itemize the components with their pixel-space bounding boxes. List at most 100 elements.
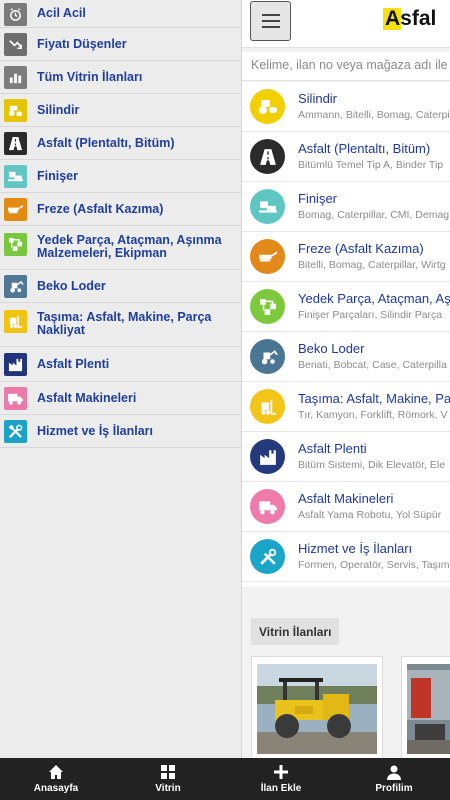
drawer-item-label: Taşıma: Asfalt, Makine, Parça Nakliyat <box>37 310 212 337</box>
parts-icon <box>250 289 285 324</box>
drawer-item-label: Beko Loder <box>37 279 106 293</box>
drawer-item-label: Fiyatı Düşenler <box>37 37 127 51</box>
forklift-icon <box>4 310 27 333</box>
nav-ilan-ekle[interactable]: İlan Ekle <box>225 758 337 800</box>
road-roller-icon <box>250 89 285 124</box>
menu-button[interactable] <box>250 1 291 41</box>
drawer-item-tasima[interactable]: Taşıma: Asfalt, Makine, Parça Nakliyat <box>0 303 242 347</box>
category-subtitle: Ammann, Bitelli, Bomag, Caterpi <box>298 109 450 121</box>
category-title: Freze (Asfalt Kazıma) <box>298 241 424 256</box>
drawer-item-label: Asfalt Makineleri <box>37 391 137 405</box>
nav-label: Profilim <box>375 783 413 794</box>
category-title: Silindir <box>298 91 338 106</box>
category-title: Taşıma: Asfalt, Makine, Pa <box>298 391 450 406</box>
drawer-item-label: Tüm Vitrin İlanları <box>37 70 143 84</box>
drawer-item-label: Asfalt Plenti <box>37 357 110 371</box>
search-placeholder: Kelime, ilan no veya mağaza adı ile <box>251 58 448 72</box>
truck-icon <box>250 489 285 524</box>
vitrin-tab[interactable]: Vitrin İlanları <box>251 618 340 645</box>
category-freze[interactable]: Freze (Asfalt Kazıma) Bitelli, Bomag, Ca… <box>242 232 450 282</box>
nav-label: İlan Ekle <box>260 783 302 794</box>
category-subtitle: Formen, Operatör, Servis, Taşım <box>298 559 450 571</box>
category-title: Yedek Parça, Ataçman, Aş <box>298 291 450 306</box>
drawer-item-asfalt-makineleri[interactable]: Asfalt Makineleri <box>0 382 242 415</box>
category-subtitle: Bitelli, Bomag, Caterpillar, Wirtg <box>298 259 446 271</box>
category-subtitle: Tır, Kamyon, Forklift, Römork, V <box>298 409 448 421</box>
category-title: Asfalt Plenti <box>298 441 367 456</box>
drawer-item-beko-loder[interactable]: Beko Loder <box>0 270 242 303</box>
nav-label: Vitrin <box>155 783 181 794</box>
category-title: Hizmet ve İş İlanları <box>298 541 413 556</box>
category-list: Silindir Ammann, Bitelli, Bomag, Caterpi… <box>242 82 450 587</box>
nav-profilim[interactable]: Profilim <box>338 758 450 800</box>
listing-photo <box>257 664 377 754</box>
category-subtitle: Asfalt Yama Robotu, Yol Süpür <box>298 509 442 521</box>
category-silindir[interactable]: Silindir Ammann, Bitelli, Bomag, Caterpi <box>242 82 450 132</box>
vitrin-card[interactable] <box>251 656 383 758</box>
category-beko-loder[interactable]: Beko Loder Benati, Bobcat, Case, Caterpi… <box>242 332 450 382</box>
listing-photo <box>407 664 450 754</box>
drawer-item-label: Hizmet ve İş İlanları <box>37 424 154 438</box>
category-title: Beko Loder <box>298 341 365 356</box>
category-asfalt[interactable]: Asfalt (Plentaltı, Bitüm) Bitümlü Temel … <box>242 132 450 182</box>
user-icon <box>387 765 401 780</box>
category-subtitle: Finişer Parçaları, Silindir Parça <box>298 309 443 321</box>
truck-icon <box>4 387 27 410</box>
drawer-item-label: Freze (Asfalt Kazıma) <box>37 202 164 216</box>
drawer-item-yedek-parca[interactable]: Yedek Parça, Ataçman, Aşınma Malzemeleri… <box>0 226 242 270</box>
category-title: Asfalt Makineleri <box>298 491 394 506</box>
logo-text: Asfal <box>385 7 437 30</box>
drawer-item-acil-acil[interactable]: Acil Acil <box>0 0 242 28</box>
grid-icon <box>161 765 175 779</box>
road-icon <box>4 132 27 155</box>
drawer-item-asfalt[interactable]: Asfalt (Plentaltı, Bitüm) <box>0 127 242 160</box>
drawer-item-label: Finişer <box>37 169 78 183</box>
drawer-item-freze[interactable]: Freze (Asfalt Kazıma) <box>0 193 242 226</box>
category-tasima[interactable]: Taşıma: Asfalt, Makine, Pa Tır, Kamyon, … <box>242 382 450 432</box>
backhoe-loader-icon <box>4 275 27 298</box>
paver-icon <box>250 189 285 224</box>
category-hizmet[interactable]: Hizmet ve İş İlanları Formen, Operatör, … <box>242 532 450 582</box>
category-title: Finişer <box>298 191 338 206</box>
drawer-item-label: Silindir <box>37 103 80 117</box>
factory-icon <box>4 353 27 376</box>
main-content: Asfal Kelime, ilan no veya mağaza adı il… <box>242 0 450 758</box>
logo[interactable]: Asfal <box>383 4 437 32</box>
tools-icon <box>250 539 285 574</box>
drawer-item-hizmet[interactable]: Hizmet ve İş İlanları <box>0 415 242 448</box>
parts-icon <box>4 233 27 256</box>
top-bar: Asfal <box>242 0 450 48</box>
nav-vitrin[interactable]: Vitrin <box>112 758 224 800</box>
road-icon <box>250 139 285 174</box>
drawer-item-fiyati-dusenler[interactable]: Fiyatı Düşenler <box>0 28 242 61</box>
milling-machine-icon <box>250 239 285 274</box>
side-drawer: Acil Acil Fiyatı Düşenler Tüm Vitrin İla… <box>0 0 242 758</box>
category-finiser[interactable]: Finişer Bomag, Caterpillar, CMI, Demag <box>242 182 450 232</box>
bottom-navigation: Anasayfa Vitrin İlan Ekle Profilim <box>0 758 450 800</box>
alarm-clock-icon <box>4 3 27 26</box>
road-roller-icon <box>4 99 27 122</box>
category-subtitle: Bomag, Caterpillar, CMI, Demag <box>298 209 450 221</box>
trend-down-icon <box>4 33 27 56</box>
category-asfalt-plenti[interactable]: Asfalt Plenti Bitüm Sistemi, Dik Elevatö… <box>242 432 450 482</box>
home-icon <box>49 765 63 779</box>
forklift-icon <box>250 389 285 424</box>
drawer-item-label: Acil Acil <box>37 6 86 20</box>
drawer-item-label: Asfalt (Plentaltı, Bitüm) <box>37 136 175 150</box>
search-input[interactable]: Kelime, ilan no veya mağaza adı ile <box>242 52 450 81</box>
nav-label: Anasayfa <box>33 783 79 794</box>
drawer-item-tum-vitrin[interactable]: Tüm Vitrin İlanları <box>0 61 242 94</box>
drawer-item-asfalt-plenti[interactable]: Asfalt Plenti <box>0 347 242 382</box>
backhoe-loader-icon <box>250 339 285 374</box>
paver-icon <box>4 165 27 188</box>
category-subtitle: Bitümlü Temel Tip A, Binder Tip <box>298 159 444 171</box>
nav-anasayfa[interactable]: Anasayfa <box>0 758 112 800</box>
category-yedek-parca[interactable]: Yedek Parça, Ataçman, Aş Finişer Parçala… <box>242 282 450 332</box>
plus-icon <box>274 765 288 779</box>
vitrin-card[interactable] <box>401 656 450 758</box>
drawer-item-finiser[interactable]: Finişer <box>0 160 242 193</box>
milling-machine-icon <box>4 198 27 221</box>
drawer-item-silindir[interactable]: Silindir <box>0 94 242 127</box>
drawer-item-label: Yedek Parça, Ataçman, Aşınma Malzemeleri… <box>37 233 222 260</box>
category-asfalt-makineleri[interactable]: Asfalt Makineleri Asfalt Yama Robotu, Yo… <box>242 482 450 532</box>
